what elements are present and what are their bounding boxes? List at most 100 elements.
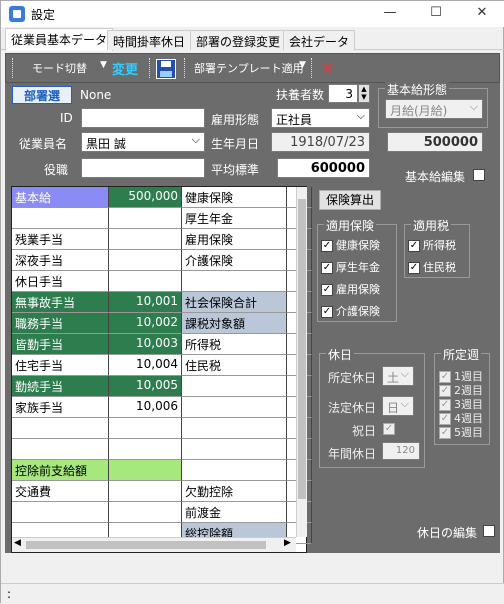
delete-icon[interactable]: ✕ bbox=[318, 59, 338, 79]
grid-cell[interactable]: 健康保険 bbox=[182, 187, 287, 208]
grid-cell[interactable] bbox=[182, 397, 287, 418]
grid-cell[interactable]: 住宅手当 bbox=[12, 355, 109, 376]
mode-switch-button[interactable]: モード切替 bbox=[32, 60, 87, 76]
grid-cell[interactable] bbox=[109, 229, 182, 250]
table-row: 勤続手当 10,005 bbox=[12, 376, 312, 397]
dependents-spin-icon[interactable]: ▲ ▼ bbox=[358, 84, 370, 103]
grid-cell[interactable] bbox=[109, 502, 182, 523]
health-insurance-checkbox[interactable]: ✓ 健康保険 bbox=[321, 237, 380, 253]
grid-cell[interactable] bbox=[109, 208, 182, 229]
grid-cell[interactable]: 10,006 bbox=[109, 397, 182, 418]
maximize-button[interactable]: ☐ bbox=[413, 1, 459, 27]
grid-cell[interactable]: 10,004 bbox=[109, 355, 182, 376]
grid-cell[interactable] bbox=[12, 502, 109, 523]
avg-label: 平均標準 bbox=[211, 163, 260, 177]
grid-vertical-scrollbar[interactable] bbox=[296, 187, 307, 537]
grid-cell[interactable]: 雇用保険 bbox=[182, 229, 287, 250]
grid-cell[interactable] bbox=[109, 460, 182, 481]
grid-cell[interactable]: 前渡金 bbox=[182, 502, 287, 523]
id-field[interactable] bbox=[81, 108, 205, 128]
scroll-right-icon[interactable]: ▶ bbox=[284, 538, 291, 548]
mode-dropdown-icon[interactable]: ▼ bbox=[100, 60, 107, 70]
grid-cell[interactable] bbox=[109, 481, 182, 502]
grid-cell[interactable]: 欠勤控除 bbox=[182, 481, 287, 502]
tab-employee-basic[interactable]: 従業員基本データ bbox=[5, 28, 114, 51]
salary-edit-checkbox[interactable] bbox=[473, 169, 485, 181]
emp-type-select[interactable]: 正社員 bbox=[271, 108, 370, 128]
employment-insurance-checkbox[interactable]: ✓ 雇用保険 bbox=[321, 281, 380, 297]
grid-cell[interactable] bbox=[182, 460, 287, 481]
close-button[interactable]: ✕ bbox=[459, 1, 504, 27]
legal-holiday-select[interactable]: 日 bbox=[382, 396, 414, 416]
pension-checkbox[interactable]: ✓ 厚生年金 bbox=[321, 259, 380, 275]
grid-cell[interactable]: 10,005 bbox=[109, 376, 182, 397]
grid-cell[interactable]: 家族手当 bbox=[12, 397, 109, 418]
grid-cell[interactable]: 10,001 bbox=[109, 292, 182, 313]
grid-cell[interactable]: 控除前支給額 bbox=[12, 460, 109, 481]
grid-cell[interactable]: 皆勤手当 bbox=[12, 334, 109, 355]
resident-tax-checkbox[interactable]: ✓ 住民税 bbox=[408, 259, 456, 275]
grid-cell[interactable] bbox=[12, 208, 109, 229]
tab-dept-register[interactable]: 部署の登録変更 bbox=[190, 30, 287, 50]
dept-select-button[interactable]: 部署選 bbox=[12, 86, 72, 104]
scroll-left-icon[interactable]: ◀ bbox=[14, 538, 21, 548]
grid-cell[interactable]: 基本給 bbox=[12, 187, 109, 208]
post-field[interactable] bbox=[81, 158, 205, 178]
holiday-edit-checkbox[interactable] bbox=[483, 525, 495, 537]
week5-checkbox[interactable]: ✓ 5週目 bbox=[439, 424, 483, 440]
grid-cell[interactable]: 職務手当 bbox=[12, 313, 109, 334]
vertical-scroll-thumb[interactable] bbox=[298, 199, 306, 499]
change-button[interactable]: 変更 bbox=[112, 59, 138, 78]
minimize-button[interactable]: — bbox=[367, 1, 413, 27]
grid-cell[interactable] bbox=[182, 418, 287, 439]
grid-cell[interactable]: 無事故手当 bbox=[12, 292, 109, 313]
grid-cell[interactable]: 社会保険合計 bbox=[182, 292, 287, 313]
dept-template-dropdown-icon[interactable]: ▼ bbox=[299, 60, 306, 70]
nursing-insurance-checkbox[interactable]: ✓ 介護保険 bbox=[321, 303, 380, 319]
grid-cell[interactable]: 500,000 bbox=[109, 187, 182, 208]
grid-cell[interactable]: 勤続手当 bbox=[12, 376, 109, 397]
grid-cell[interactable]: 課税対象額 bbox=[182, 313, 287, 334]
grid-cell[interactable] bbox=[182, 271, 287, 292]
grid-cell[interactable]: 10,002 bbox=[109, 313, 182, 334]
grid-cell[interactable] bbox=[109, 271, 182, 292]
grid-cell[interactable]: 10,003 bbox=[109, 334, 182, 355]
annual-holiday-field[interactable]: 120 bbox=[382, 442, 420, 460]
name-select[interactable]: 黒田 誠 bbox=[81, 132, 205, 152]
grid-cell[interactable] bbox=[109, 439, 182, 460]
table-row: 家族手当 10,006 bbox=[12, 397, 312, 418]
grid-cell[interactable] bbox=[109, 250, 182, 271]
birth-field[interactable]: 1918/07/23 bbox=[271, 132, 370, 152]
grid-cell[interactable]: 所得税 bbox=[182, 334, 287, 355]
salary-type-select[interactable]: 月給(月給) bbox=[385, 99, 483, 119]
tab-company-data[interactable]: 会社データ bbox=[283, 30, 356, 50]
emp-type-label: 雇用形態 bbox=[211, 113, 260, 127]
income-tax-checkbox[interactable]: ✓ 所得税 bbox=[408, 237, 456, 253]
horizontal-scroll-thumb[interactable] bbox=[26, 541, 266, 549]
holiday-title: 休日 bbox=[326, 346, 355, 363]
avg-field[interactable]: 600000 bbox=[277, 158, 370, 178]
grid-cell[interactable] bbox=[182, 376, 287, 397]
grid-cell[interactable]: 休日手当 bbox=[12, 271, 109, 292]
tab-time-rate-holiday[interactable]: 時間掛率休日 bbox=[107, 30, 192, 50]
table-row: 住宅手当 10,004 住民税 bbox=[12, 355, 312, 376]
national-holiday-checkbox[interactable]: ✓ bbox=[383, 423, 395, 435]
grid-cell[interactable]: 厚生年金 bbox=[182, 208, 287, 229]
salary-field[interactable]: 500000 bbox=[387, 132, 483, 152]
insurance-calc-button[interactable]: 保険算出 bbox=[319, 190, 381, 210]
grid-cell[interactable]: 残業手当 bbox=[12, 229, 109, 250]
grid-cell[interactable]: 住民税 bbox=[182, 355, 287, 376]
grid-cell[interactable]: 介護保険 bbox=[182, 250, 287, 271]
regular-holiday-select[interactable]: 土 bbox=[382, 366, 414, 386]
name-label: 従業員名 bbox=[19, 137, 68, 151]
grid-cell[interactable] bbox=[182, 439, 287, 460]
grid-cell[interactable]: 深夜手当 bbox=[12, 250, 109, 271]
save-icon[interactable] bbox=[156, 59, 176, 79]
dependents-stepper[interactable]: 3 bbox=[328, 84, 358, 103]
dept-template-button[interactable]: 部署テンプレート適用 bbox=[194, 60, 304, 76]
grid-cell[interactable] bbox=[12, 439, 109, 460]
grid-horizontal-scrollbar[interactable]: ◀ ▶ bbox=[12, 537, 296, 552]
grid-cell[interactable] bbox=[12, 418, 109, 439]
grid-cell[interactable] bbox=[109, 418, 182, 439]
grid-cell[interactable]: 交通費 bbox=[12, 481, 109, 502]
